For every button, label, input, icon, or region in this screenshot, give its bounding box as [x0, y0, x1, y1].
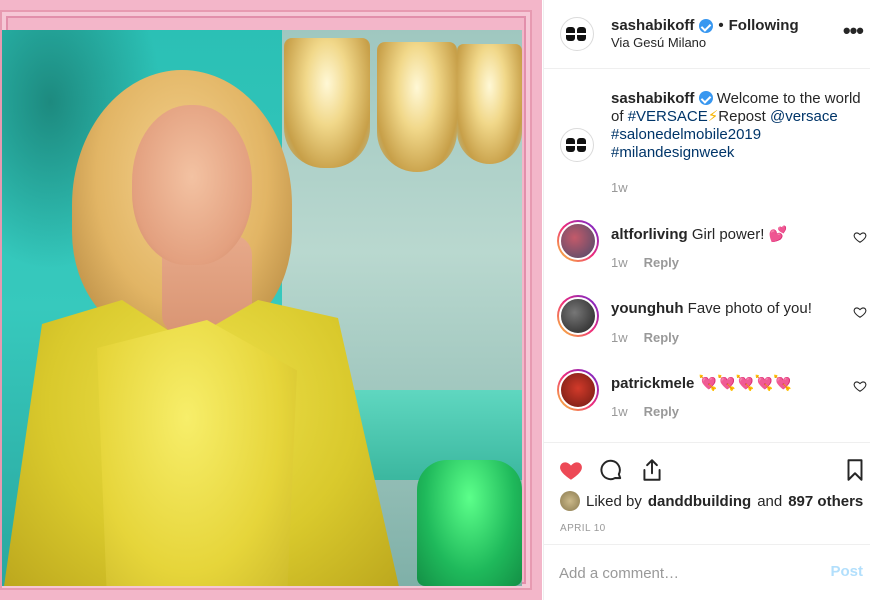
liker-username[interactable]: danddbuilding	[648, 493, 751, 510]
pink-frame	[0, 10, 532, 590]
comment-time: 1w	[611, 330, 628, 345]
location-link[interactable]: Via Gesú Milano	[611, 35, 706, 50]
lightning-icon: ⚡	[707, 108, 719, 125]
comment-input[interactable]	[559, 561, 799, 585]
heart-icon[interactable]	[853, 379, 867, 393]
chandelier	[284, 38, 370, 168]
caption-avatar[interactable]	[560, 128, 594, 162]
verified-badge-icon	[699, 18, 714, 33]
comment: younghuh Fave photo of you! 1w Reply	[544, 293, 870, 367]
liker-avatar[interactable]	[560, 491, 580, 511]
comment-username[interactable]: altforliving	[611, 226, 688, 243]
share-icon[interactable]	[639, 457, 665, 483]
hashtag-milandesignweek[interactable]: #milandesignweek	[611, 144, 734, 161]
reply-button[interactable]: Reply	[644, 255, 679, 270]
comment-username[interactable]: younghuh	[611, 300, 683, 317]
chandelier	[457, 44, 522, 164]
comment-time: 1w	[611, 255, 628, 270]
verified-badge-icon	[698, 91, 713, 105]
bookmark-icon[interactable]	[842, 457, 868, 483]
face	[132, 105, 252, 265]
comment-icon[interactable]	[598, 457, 624, 483]
comment-text: Fave photo of you!	[687, 300, 812, 317]
hashtag-salonedelmobile[interactable]: #salonedelmobile2019	[611, 126, 761, 143]
following-button[interactable]: Following	[729, 17, 799, 34]
chandelier	[377, 42, 457, 172]
username-link[interactable]: sashabikoff	[611, 17, 694, 34]
add-comment-bar: Post	[544, 544, 870, 600]
likes-summary: Liked by danddbuilding and 897 others	[560, 491, 863, 511]
green-chair	[417, 460, 522, 586]
heart-icon[interactable]	[853, 305, 867, 319]
comment: patrickmele 💘💘💘💘💘 1w Reply	[544, 367, 870, 441]
ss-logo-icon	[566, 138, 588, 152]
account-avatar[interactable]	[560, 17, 594, 51]
comment-time: 1w	[611, 404, 628, 419]
comment-text: Girl power! 💕	[691, 226, 788, 243]
post-date: APRIL 10	[560, 523, 606, 534]
comment-text: 💘💘💘💘💘	[698, 375, 792, 392]
post-side-panel: sashabikoff • Following Via Gesú Milano …	[543, 0, 870, 600]
post-header: sashabikoff • Following Via Gesú Milano …	[544, 0, 870, 69]
caption-time: 1w	[611, 180, 628, 195]
photo-scene	[2, 30, 522, 586]
more-options-icon[interactable]: •••	[843, 20, 864, 42]
avatar[interactable]	[557, 220, 599, 262]
post-comment-button[interactable]: Post	[830, 563, 863, 580]
post-image[interactable]	[0, 0, 542, 600]
reply-button[interactable]: Reply	[644, 404, 679, 419]
avatar[interactable]	[557, 369, 599, 411]
likes-others-link[interactable]: 897 others	[788, 493, 863, 510]
caption-username[interactable]: sashabikoff	[611, 90, 694, 107]
comment: altforliving Girl power! 💕 1w Reply	[544, 218, 870, 292]
caption-text: sashabikoff Welcome to the world of #VER…	[611, 90, 861, 161]
heart-icon[interactable]	[853, 230, 867, 244]
ss-logo-icon	[566, 27, 588, 41]
hashtag-versace[interactable]: #VERSACE	[628, 108, 708, 125]
separator: •	[718, 17, 724, 34]
reply-button[interactable]: Reply	[644, 330, 679, 345]
action-bar: Liked by danddbuilding and 897 others AP…	[544, 442, 870, 540]
yellow-dress	[97, 320, 297, 586]
like-heart-icon[interactable]	[558, 457, 584, 483]
comment-username[interactable]: patrickmele	[611, 375, 694, 392]
mention-versace[interactable]: @versace	[770, 108, 838, 125]
avatar[interactable]	[557, 295, 599, 337]
